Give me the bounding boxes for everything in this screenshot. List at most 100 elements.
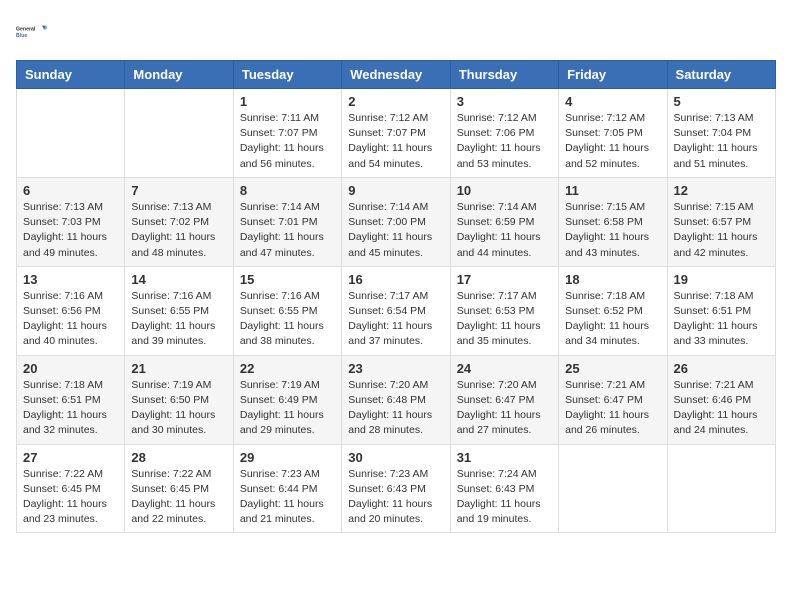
sunset-label: Sunset: 6:54 PM <box>348 305 426 317</box>
calendar-cell: 8 Sunrise: 7:14 AM Sunset: 7:01 PM Dayli… <box>233 177 341 266</box>
sunrise-label: Sunrise: 7:19 AM <box>240 379 320 391</box>
sunset-label: Sunset: 6:43 PM <box>348 483 426 495</box>
week-row-5: 27 Sunrise: 7:22 AM Sunset: 6:45 PM Dayl… <box>17 444 776 533</box>
day-info: Sunrise: 7:12 AM Sunset: 7:05 PM Dayligh… <box>565 111 660 172</box>
day-number: 3 <box>457 94 552 109</box>
week-row-2: 6 Sunrise: 7:13 AM Sunset: 7:03 PM Dayli… <box>17 177 776 266</box>
logo-icon: General Blue <box>16 16 48 48</box>
calendar-cell: 15 Sunrise: 7:16 AM Sunset: 6:55 PM Dayl… <box>233 266 341 355</box>
week-row-4: 20 Sunrise: 7:18 AM Sunset: 6:51 PM Dayl… <box>17 355 776 444</box>
svg-text:General: General <box>16 26 36 32</box>
calendar-cell: 11 Sunrise: 7:15 AM Sunset: 6:58 PM Dayl… <box>559 177 667 266</box>
weekday-header-tuesday: Tuesday <box>233 61 341 89</box>
calendar-cell: 23 Sunrise: 7:20 AM Sunset: 6:48 PM Dayl… <box>342 355 450 444</box>
daylight-label: Daylight: 11 hours and 21 minutes. <box>240 498 324 525</box>
calendar-cell: 10 Sunrise: 7:14 AM Sunset: 6:59 PM Dayl… <box>450 177 558 266</box>
daylight-label: Daylight: 11 hours and 28 minutes. <box>348 409 432 436</box>
day-info: Sunrise: 7:12 AM Sunset: 7:06 PM Dayligh… <box>457 111 552 172</box>
day-info: Sunrise: 7:14 AM Sunset: 6:59 PM Dayligh… <box>457 200 552 261</box>
calendar-cell: 29 Sunrise: 7:23 AM Sunset: 6:44 PM Dayl… <box>233 444 341 533</box>
day-info: Sunrise: 7:11 AM Sunset: 7:07 PM Dayligh… <box>240 111 335 172</box>
sunrise-label: Sunrise: 7:17 AM <box>348 290 428 302</box>
calendar-cell <box>667 444 775 533</box>
calendar-cell: 25 Sunrise: 7:21 AM Sunset: 6:47 PM Dayl… <box>559 355 667 444</box>
sunrise-label: Sunrise: 7:12 AM <box>348 112 428 124</box>
calendar-cell: 13 Sunrise: 7:16 AM Sunset: 6:56 PM Dayl… <box>17 266 125 355</box>
calendar-cell: 17 Sunrise: 7:17 AM Sunset: 6:53 PM Dayl… <box>450 266 558 355</box>
day-info: Sunrise: 7:24 AM Sunset: 6:43 PM Dayligh… <box>457 467 552 528</box>
sunrise-label: Sunrise: 7:13 AM <box>23 201 103 213</box>
daylight-label: Daylight: 11 hours and 29 minutes. <box>240 409 324 436</box>
day-info: Sunrise: 7:16 AM Sunset: 6:55 PM Dayligh… <box>240 289 335 350</box>
day-number: 21 <box>131 361 226 376</box>
daylight-label: Daylight: 11 hours and 48 minutes. <box>131 231 215 258</box>
sunset-label: Sunset: 6:45 PM <box>23 483 101 495</box>
day-number: 1 <box>240 94 335 109</box>
sunrise-label: Sunrise: 7:22 AM <box>23 468 103 480</box>
day-info: Sunrise: 7:12 AM Sunset: 7:07 PM Dayligh… <box>348 111 443 172</box>
sunset-label: Sunset: 7:01 PM <box>240 216 318 228</box>
weekday-header-friday: Friday <box>559 61 667 89</box>
day-number: 10 <box>457 183 552 198</box>
day-info: Sunrise: 7:18 AM Sunset: 6:51 PM Dayligh… <box>23 378 118 439</box>
sunset-label: Sunset: 6:45 PM <box>131 483 209 495</box>
day-info: Sunrise: 7:15 AM Sunset: 6:58 PM Dayligh… <box>565 200 660 261</box>
daylight-label: Daylight: 11 hours and 43 minutes. <box>565 231 649 258</box>
day-number: 30 <box>348 450 443 465</box>
week-row-3: 13 Sunrise: 7:16 AM Sunset: 6:56 PM Dayl… <box>17 266 776 355</box>
sunrise-label: Sunrise: 7:18 AM <box>674 290 754 302</box>
sunrise-label: Sunrise: 7:13 AM <box>131 201 211 213</box>
sunset-label: Sunset: 7:05 PM <box>565 127 643 139</box>
day-info: Sunrise: 7:22 AM Sunset: 6:45 PM Dayligh… <box>23 467 118 528</box>
sunrise-label: Sunrise: 7:11 AM <box>240 112 319 124</box>
sunrise-label: Sunrise: 7:20 AM <box>457 379 537 391</box>
calendar-cell: 30 Sunrise: 7:23 AM Sunset: 6:43 PM Dayl… <box>342 444 450 533</box>
daylight-label: Daylight: 11 hours and 53 minutes. <box>457 142 541 169</box>
sunrise-label: Sunrise: 7:20 AM <box>348 379 428 391</box>
sunset-label: Sunset: 6:55 PM <box>131 305 209 317</box>
day-number: 8 <box>240 183 335 198</box>
sunset-label: Sunset: 6:47 PM <box>457 394 535 406</box>
day-info: Sunrise: 7:18 AM Sunset: 6:51 PM Dayligh… <box>674 289 769 350</box>
sunrise-label: Sunrise: 7:12 AM <box>457 112 537 124</box>
calendar-cell <box>17 89 125 178</box>
day-number: 16 <box>348 272 443 287</box>
day-number: 6 <box>23 183 118 198</box>
day-number: 22 <box>240 361 335 376</box>
day-number: 20 <box>23 361 118 376</box>
daylight-label: Daylight: 11 hours and 45 minutes. <box>348 231 432 258</box>
daylight-label: Daylight: 11 hours and 26 minutes. <box>565 409 649 436</box>
sunrise-label: Sunrise: 7:16 AM <box>131 290 211 302</box>
sunrise-label: Sunrise: 7:23 AM <box>240 468 320 480</box>
daylight-label: Daylight: 11 hours and 51 minutes. <box>674 142 758 169</box>
sunset-label: Sunset: 7:03 PM <box>23 216 101 228</box>
sunset-label: Sunset: 6:58 PM <box>565 216 643 228</box>
day-info: Sunrise: 7:13 AM Sunset: 7:03 PM Dayligh… <box>23 200 118 261</box>
sunrise-label: Sunrise: 7:14 AM <box>240 201 320 213</box>
sunrise-label: Sunrise: 7:24 AM <box>457 468 537 480</box>
day-number: 4 <box>565 94 660 109</box>
calendar-cell: 20 Sunrise: 7:18 AM Sunset: 6:51 PM Dayl… <box>17 355 125 444</box>
daylight-label: Daylight: 11 hours and 22 minutes. <box>131 498 215 525</box>
day-info: Sunrise: 7:21 AM Sunset: 6:47 PM Dayligh… <box>565 378 660 439</box>
daylight-label: Daylight: 11 hours and 52 minutes. <box>565 142 649 169</box>
day-info: Sunrise: 7:21 AM Sunset: 6:46 PM Dayligh… <box>674 378 769 439</box>
calendar-cell: 9 Sunrise: 7:14 AM Sunset: 7:00 PM Dayli… <box>342 177 450 266</box>
day-number: 19 <box>674 272 769 287</box>
daylight-label: Daylight: 11 hours and 23 minutes. <box>23 498 107 525</box>
day-number: 29 <box>240 450 335 465</box>
day-info: Sunrise: 7:17 AM Sunset: 6:54 PM Dayligh… <box>348 289 443 350</box>
sunrise-label: Sunrise: 7:16 AM <box>23 290 103 302</box>
calendar-cell <box>559 444 667 533</box>
day-number: 26 <box>674 361 769 376</box>
weekday-header-row: SundayMondayTuesdayWednesdayThursdayFrid… <box>17 61 776 89</box>
calendar-cell: 27 Sunrise: 7:22 AM Sunset: 6:45 PM Dayl… <box>17 444 125 533</box>
sunrise-label: Sunrise: 7:18 AM <box>23 379 103 391</box>
day-info: Sunrise: 7:14 AM Sunset: 7:00 PM Dayligh… <box>348 200 443 261</box>
sunset-label: Sunset: 6:44 PM <box>240 483 318 495</box>
sunset-label: Sunset: 6:56 PM <box>23 305 101 317</box>
sunrise-label: Sunrise: 7:21 AM <box>565 379 645 391</box>
sunset-label: Sunset: 6:57 PM <box>674 216 752 228</box>
sunrise-label: Sunrise: 7:15 AM <box>565 201 645 213</box>
day-number: 27 <box>23 450 118 465</box>
